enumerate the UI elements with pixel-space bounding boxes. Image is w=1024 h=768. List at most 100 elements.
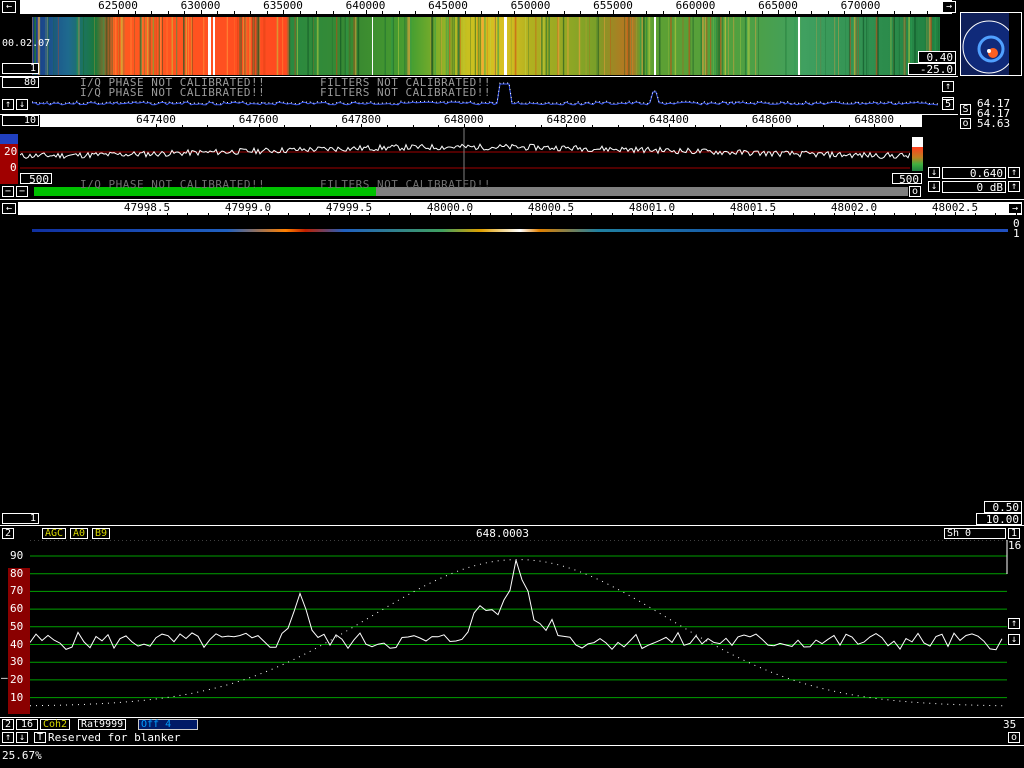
ruler-tick <box>248 212 249 216</box>
audio-o-button[interactable]: o <box>1008 732 1020 743</box>
gain-down-button[interactable]: ↓ <box>928 167 940 178</box>
audio-y-label: 70 <box>10 584 24 598</box>
zoom-left-box[interactable]: 10 <box>2 115 39 126</box>
audio-y-label: 40 <box>10 637 24 651</box>
divider <box>0 717 1024 718</box>
top-left-box[interactable]: 1 <box>2 63 39 74</box>
ruler-tick <box>151 11 152 14</box>
ruler-tick <box>217 11 218 14</box>
ruler-tick <box>134 11 136 14</box>
ruler-tick <box>490 213 492 216</box>
zoom-minus-button-2[interactable]: − <box>16 186 28 197</box>
a0-button[interactable]: A0 <box>70 528 89 539</box>
ruler-tick <box>450 212 451 216</box>
ruler-tick <box>187 213 189 216</box>
ruler-tick <box>914 213 916 216</box>
audio-bottom-box-b[interactable]: 16 <box>16 719 38 730</box>
ruler-tick <box>481 11 482 14</box>
ruler-tick <box>955 212 956 216</box>
audio-y-label: 10 <box>10 690 24 704</box>
audio-right-box[interactable]: 1 <box>1008 528 1020 539</box>
ruler-tick <box>712 213 714 216</box>
zoom-minus-button-1[interactable]: − <box>2 186 14 197</box>
status-up-button[interactable]: ↑ <box>2 732 14 743</box>
ruler-tick <box>268 213 270 216</box>
ruler-tick <box>448 10 449 14</box>
sh-button[interactable]: Sh 0 <box>944 528 1006 539</box>
ruler-tick <box>1015 213 1017 216</box>
db-up-button[interactable]: ↑ <box>1008 181 1020 192</box>
top-waterfall <box>32 17 940 75</box>
top-frequency-ruler <box>20 0 952 14</box>
audio-bottom-box-a[interactable]: 2 <box>2 719 14 730</box>
ruler-tick <box>712 11 713 14</box>
ruler-tick <box>167 11 169 14</box>
ruler-tick <box>672 213 674 216</box>
b9-button[interactable]: B9 <box>92 528 111 539</box>
ruler-tick <box>308 213 310 216</box>
audio-spectrum <box>30 540 1010 707</box>
ruler-tick <box>753 212 754 216</box>
ruler-tick <box>299 11 301 14</box>
audio-left-box[interactable]: 2 <box>2 528 14 539</box>
spectrum-up-button[interactable]: ↑ <box>2 99 14 110</box>
zoom-color-bar <box>0 134 18 184</box>
ruler-tick <box>409 213 411 216</box>
ruler-tick <box>207 213 209 216</box>
zoom-o-button[interactable]: o <box>909 186 921 197</box>
top-right-val-b[interactable]: -25.0 <box>908 63 956 75</box>
ruler-tick <box>147 212 148 216</box>
top-right-val-a[interactable]: 0.40 <box>918 51 956 63</box>
ruler-tick <box>695 10 697 14</box>
ruler-tick <box>773 213 775 216</box>
ruler-tick <box>813 213 815 216</box>
coh-button[interactable]: Coh2 <box>40 719 71 730</box>
ruler-tick <box>470 213 472 216</box>
divider <box>0 525 1024 526</box>
gain-value[interactable]: 0.640 <box>942 167 1006 179</box>
zoom-warning-2: FILTERS NOT CALIBRATED!! <box>320 178 491 191</box>
ruler-tick <box>497 11 499 14</box>
spectrum-right-up-button[interactable]: ↑ <box>942 81 954 92</box>
top-scroll-right-button[interactable]: → <box>942 1 956 13</box>
baseband-val-b[interactable]: 10.00 <box>976 513 1022 525</box>
side-s-button[interactable]: S <box>960 104 971 115</box>
ruler-tick <box>551 212 552 216</box>
zoom-box-left[interactable]: 500 <box>20 173 52 185</box>
t-button[interactable]: T <box>34 732 46 743</box>
audio-down-button[interactable]: ↓ <box>1008 634 1020 645</box>
status-down-button[interactable]: ↓ <box>16 732 28 743</box>
top-spectrum <box>32 82 939 106</box>
ruler-tick <box>200 10 202 14</box>
ruler-tick <box>854 212 855 216</box>
waterfall-time: 00.02.07 <box>2 38 51 49</box>
spectrum-down-button[interactable]: ↓ <box>16 99 28 110</box>
rat-button[interactable]: Rat9999 <box>78 719 127 730</box>
baseband-val-a[interactable]: 0.50 <box>984 501 1022 513</box>
audio-up-button[interactable]: ↑ <box>1008 618 1020 629</box>
ruler-tick <box>778 10 779 14</box>
ruler-tick <box>652 212 653 216</box>
db-value[interactable]: 0 dB <box>942 181 1006 193</box>
audio-y-label: 80 <box>10 566 24 580</box>
side-5-button[interactable]: 5 <box>942 99 954 110</box>
audio-y-label: 60 <box>10 602 24 616</box>
side-o-button[interactable]: o <box>960 118 971 129</box>
ruler-tick <box>611 213 613 216</box>
ruler-tick <box>893 11 895 14</box>
db-down-button[interactable]: ↓ <box>928 181 940 192</box>
ruler-tick <box>118 10 119 14</box>
ruler-tick <box>530 10 532 14</box>
ruler-tick <box>877 11 878 14</box>
agc-button[interactable]: AGC <box>42 528 67 539</box>
ruler-tick <box>646 11 647 14</box>
ruler-tick <box>167 213 169 216</box>
ruler-tick <box>415 11 416 14</box>
top-scroll-left-button[interactable]: ← <box>2 1 16 13</box>
ruler-tick <box>250 11 251 14</box>
off-button[interactable]: Off 4 <box>138 719 198 730</box>
baseband-left-box[interactable]: 1 <box>2 513 39 524</box>
zoom-box-right[interactable]: 500 <box>892 173 922 185</box>
gain-up-button[interactable]: ↑ <box>1008 167 1020 178</box>
baseband-scroll-left-button[interactable]: ← <box>2 203 16 214</box>
